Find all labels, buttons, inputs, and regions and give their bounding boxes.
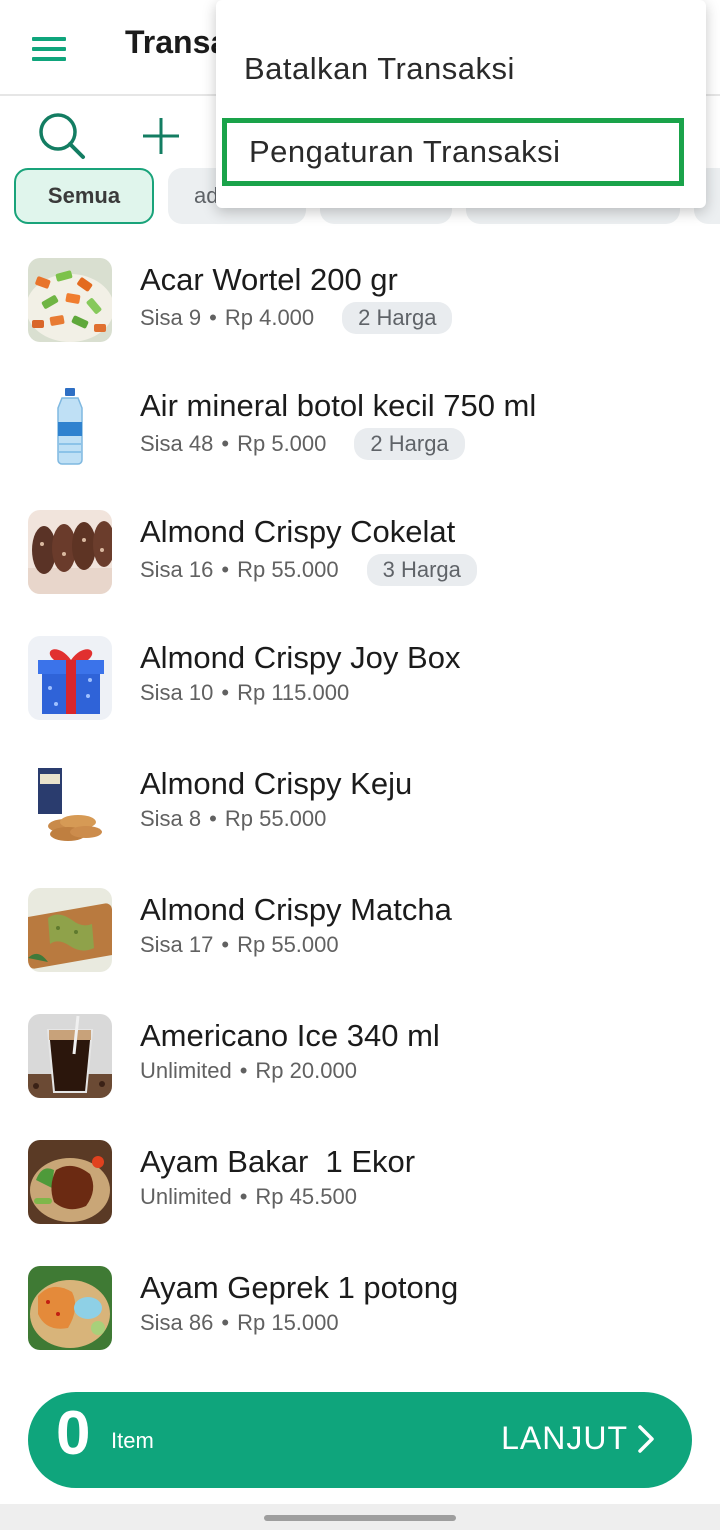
list-item[interactable]: Ayam Bakar 1 Ekor Unlimited • Rp 45.500 — [0, 1122, 720, 1242]
price-variant-badge: 3 Harga — [366, 554, 477, 586]
separator-dot: • — [221, 932, 230, 957]
product-name: Americano Ice 340 ml — [140, 1018, 440, 1053]
product-image-grilled-chicken — [28, 1140, 112, 1224]
list-item[interactable]: Almond Crispy Cokelat Sisa 16 • Rp 55.00… — [0, 492, 720, 612]
product-meta: Sisa 8 • Rp 55.000 — [140, 806, 326, 832]
continue-label: LANJUT — [501, 1420, 628, 1456]
page-title: Transa — [125, 24, 229, 60]
checkout-button[interactable]: 0 Item LANJUT — [28, 1392, 692, 1488]
add-product-button[interactable] — [131, 106, 191, 166]
product-stock: Unlimited — [140, 1058, 232, 1083]
product-name: Air mineral botol kecil 750 ml — [140, 388, 537, 423]
product-price: Rp 55.000 — [224, 806, 327, 831]
home-gesture-handle[interactable] — [264, 1515, 456, 1521]
list-item[interactable]: Americano Ice 340 ml Unlimited • Rp 20.0… — [0, 996, 720, 1116]
list-item[interactable]: Almond Crispy Matcha Sisa 17 • Rp 55.000 — [0, 870, 720, 990]
product-meta: Unlimited • Rp 45.500 — [140, 1184, 357, 1210]
product-image-water-bottle — [28, 384, 112, 468]
product-price: Rp 20.000 — [255, 1058, 357, 1083]
search-button[interactable] — [32, 106, 92, 166]
product-stock: Sisa 10 — [140, 680, 214, 705]
product-name: Almond Crispy Keju — [140, 766, 413, 801]
product-stock: Unlimited — [140, 1184, 232, 1209]
product-name: Almond Crispy Cokelat — [140, 514, 456, 549]
item-count-label: Item — [111, 1428, 154, 1453]
list-item[interactable]: Almond Crispy Joy Box Sisa 10 • Rp 115.0… — [0, 618, 720, 738]
list-item[interactable]: Air mineral botol kecil 750 ml Sisa 48 •… — [0, 366, 720, 486]
menu-item-transaction-settings[interactable]: Pengaturan Transaksi — [222, 118, 684, 186]
product-name: Ayam Bakar 1 Ekor — [140, 1144, 416, 1179]
price-variant-badge: 2 Harga — [354, 428, 465, 460]
product-image-fried-chicken — [28, 1266, 112, 1350]
separator-dot: • — [221, 680, 230, 705]
chip-semua[interactable]: Semua — [14, 168, 154, 224]
price-variant-badge: 2 Harga — [342, 302, 453, 334]
continue-action: LANJUT — [501, 1420, 656, 1457]
product-stock: Sisa 16 — [140, 557, 214, 582]
product-image-iced-coffee — [28, 1014, 112, 1098]
product-stock: Sisa 17 — [140, 932, 214, 957]
product-meta: Sisa 9 • Rp 4.000 2 Harga — [140, 302, 453, 334]
product-name: Acar Wortel 200 gr — [140, 262, 398, 297]
product-stock: Sisa 86 — [140, 1310, 214, 1335]
separator-dot: • — [221, 1310, 230, 1335]
product-price: Rp 15.000 — [237, 1310, 339, 1335]
product-name: Almond Crispy Matcha — [140, 892, 452, 927]
separator-dot: • — [221, 557, 230, 582]
separator-dot: • — [221, 431, 230, 456]
product-meta: Sisa 48 • Rp 5.000 2 Harga — [140, 428, 465, 460]
system-nav-bar — [0, 1504, 720, 1530]
product-price: Rp 115.000 — [237, 680, 350, 705]
product-meta: Sisa 10 • Rp 115.000 — [140, 680, 349, 706]
product-image-cheese-cookies — [28, 762, 112, 846]
product-image-carrot-pickle — [28, 258, 112, 342]
search-icon — [39, 113, 85, 159]
product-price: Rp 4.000 — [224, 305, 315, 330]
separator-dot: • — [239, 1058, 248, 1083]
product-meta: Unlimited • Rp 20.000 — [140, 1058, 357, 1084]
chevron-right-icon — [638, 1424, 654, 1453]
separator-dot: • — [239, 1184, 248, 1209]
product-meta: Sisa 86 • Rp 15.000 — [140, 1310, 339, 1336]
product-image-chocolate-cookies — [28, 510, 112, 594]
plus-icon — [143, 118, 179, 154]
product-price: Rp 45.500 — [255, 1184, 357, 1209]
list-item[interactable]: Acar Wortel 200 gr Sisa 9 • Rp 4.000 2 H… — [0, 240, 720, 360]
item-count: 0 — [56, 1399, 91, 1468]
separator-dot: • — [209, 305, 217, 330]
product-image-matcha-cookies — [28, 888, 112, 972]
list-item[interactable]: Ayam Geprek 1 potong Sisa 86 • Rp 15.000 — [0, 1248, 720, 1368]
product-stock: Sisa 48 — [140, 431, 214, 456]
overflow-menu: Batalkan Transaksi Pengaturan Transaksi — [216, 0, 706, 208]
product-price: Rp 55.000 — [237, 932, 339, 957]
product-price: Rp 5.000 — [237, 431, 327, 456]
product-image-gift-box — [28, 636, 112, 720]
menu-item-cancel-transaction[interactable]: Batalkan Transaksi — [222, 34, 700, 104]
product-stock: Sisa 8 — [140, 806, 202, 831]
separator-dot: • — [209, 806, 217, 831]
product-price: Rp 55.000 — [237, 557, 339, 582]
list-item[interactable]: Almond Crispy Keju Sisa 8 • Rp 55.000 — [0, 744, 720, 864]
hamburger-icon — [32, 37, 66, 61]
hamburger-menu-button[interactable] — [26, 26, 72, 72]
product-meta: Sisa 17 • Rp 55.000 — [140, 932, 339, 958]
product-name: Almond Crispy Joy Box — [140, 640, 461, 675]
product-stock: Sisa 9 — [140, 305, 202, 330]
product-meta: Sisa 16 • Rp 55.000 3 Harga — [140, 554, 477, 586]
product-name: Ayam Geprek 1 potong — [140, 1270, 459, 1305]
